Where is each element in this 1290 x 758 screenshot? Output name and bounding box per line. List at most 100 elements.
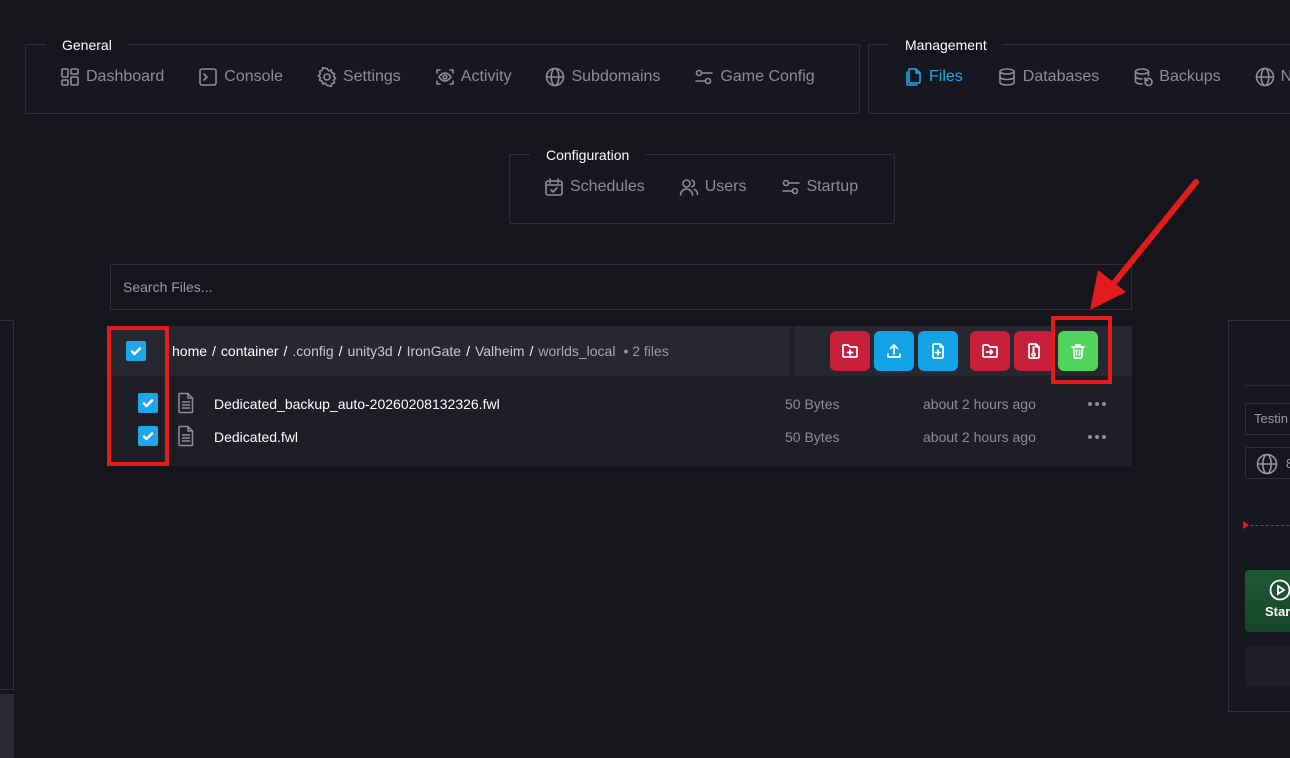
- breadcrumb-separator: /: [397, 343, 402, 359]
- nav-item-label: Dashboard: [86, 68, 165, 85]
- server-name-input[interactable]: Testin: [1245, 403, 1290, 435]
- annotation-checkbox-highlight: [107, 326, 169, 466]
- breadcrumb-separator: /: [338, 343, 343, 359]
- start-button-label: Star: [1265, 604, 1290, 619]
- dashboard-icon: [61, 68, 79, 86]
- file-size: 50 Bytes: [785, 395, 840, 412]
- nav-item-databases[interactable]: Databases: [997, 67, 1100, 87]
- new-folder-button[interactable]: [830, 331, 870, 371]
- folder-move-icon: [982, 344, 998, 358]
- search-files-box: [110, 264, 1132, 310]
- file-options-icon[interactable]: [1088, 401, 1106, 407]
- breadcrumb-home[interactable]: home: [172, 343, 207, 359]
- breadcrumb-irongate[interactable]: IronGate: [407, 343, 461, 359]
- nav-item-label: Activity: [460, 68, 512, 85]
- file-archive-icon: [1028, 343, 1040, 359]
- right-side-panel: Testin 8 Star: [1228, 320, 1290, 712]
- nav-item-settings[interactable]: Settings: [317, 67, 401, 87]
- file-modified: about 2 hours ago: [923, 395, 1036, 412]
- nav-item-label: Game Config: [720, 68, 815, 85]
- nav-group-title-management: Management: [889, 33, 1003, 57]
- users-icon: [679, 179, 699, 196]
- server-address-value: 8: [1286, 456, 1290, 471]
- backup-icon: [1134, 68, 1154, 87]
- database-icon: [998, 68, 1015, 86]
- archive-button[interactable]: [1014, 331, 1054, 371]
- file-row[interactable]: Dedicated.fwl 50 Bytes about 2 hours ago: [110, 420, 1132, 453]
- nav-item-label: Files: [929, 68, 963, 85]
- nav-item-label: Console: [224, 68, 283, 85]
- nav-item-files[interactable]: Files: [903, 67, 963, 87]
- nav-item-console[interactable]: Console: [198, 67, 283, 87]
- move-button[interactable]: [970, 331, 1010, 371]
- breadcrumb-separator: /: [283, 343, 288, 359]
- globe-icon: [1256, 453, 1278, 475]
- file-browser: home / container / .config / unity3d / I…: [110, 326, 1132, 466]
- play-icon: [1269, 579, 1290, 601]
- breadcrumb-container[interactable]: container: [221, 343, 279, 359]
- breadcrumb-separator: /: [212, 343, 216, 359]
- nav-item-label: Startup: [806, 178, 859, 195]
- nav-item-label: Users: [704, 178, 747, 195]
- sliders-icon: [781, 179, 800, 195]
- breadcrumb-valheim[interactable]: Valheim: [475, 343, 525, 359]
- nav-group-title-configuration: Configuration: [530, 143, 646, 167]
- left-side-panel-footer: [0, 694, 14, 758]
- right-panel-box: [1245, 647, 1290, 687]
- files-icon: [906, 68, 921, 86]
- nav-item-activity[interactable]: Activity: [435, 67, 512, 87]
- file-icon: [176, 392, 196, 414]
- file-browser-header: home / container / .config / unity3d / I…: [110, 326, 790, 376]
- file-modified: about 2 hours ago: [923, 428, 1036, 445]
- nav-item-dashboard[interactable]: Dashboard: [60, 67, 164, 87]
- file-name[interactable]: Dedicated_backup_auto-20260208132326.fwl: [214, 396, 500, 412]
- annotation-arrow-icon: [1090, 179, 1199, 310]
- file-count: • 2 files: [623, 343, 669, 359]
- globe-icon: [546, 67, 565, 87]
- server-address-field[interactable]: 8: [1245, 447, 1290, 479]
- breadcrumb-separator: /: [466, 343, 470, 359]
- breadcrumb-config[interactable]: .config: [292, 343, 333, 359]
- activity-icon: [435, 69, 454, 85]
- breadcrumb-unity3d[interactable]: unity3d: [348, 343, 393, 359]
- console-icon: [199, 68, 218, 86]
- nav-item-label: N: [1280, 68, 1290, 85]
- upload-button[interactable]: [874, 331, 914, 371]
- nav-item-users[interactable]: Users: [679, 177, 747, 197]
- nav-item-label: Schedules: [570, 178, 645, 195]
- sliders-icon: [695, 69, 714, 85]
- nav-group-management: Management Files Databases Backups N: [868, 33, 1290, 114]
- file-icon: [176, 425, 196, 447]
- left-side-panel: [0, 320, 14, 690]
- nav-item-label: Databases: [1022, 68, 1100, 85]
- nav-item-schedules[interactable]: Schedules: [544, 177, 645, 197]
- breadcrumb-separator: /: [529, 343, 534, 359]
- nav-item-game-config[interactable]: Game Config: [694, 67, 815, 87]
- calendar-icon: [545, 178, 563, 196]
- nav-item-label: Subdomains: [571, 68, 661, 85]
- file-size: 50 Bytes: [785, 428, 840, 445]
- globe-icon: [1255, 67, 1274, 87]
- nav-group-title-general: General: [46, 33, 128, 57]
- annotation-dashed-line: [1245, 525, 1290, 526]
- upload-icon: [887, 344, 901, 358]
- file-row[interactable]: Dedicated_backup_auto-20260208132326.fwl…: [110, 387, 1132, 420]
- nav-group-general: General Dashboard Console Settings Activ…: [25, 33, 860, 114]
- nav-item-label: Settings: [342, 68, 401, 85]
- nav-item-startup[interactable]: Startup: [781, 177, 859, 197]
- right-panel-divider: [1245, 385, 1290, 386]
- file-plus-icon: [932, 343, 944, 359]
- file-name[interactable]: Dedicated.fwl: [214, 429, 298, 445]
- nav-group-configuration: Configuration Schedules Users Startup: [509, 143, 895, 224]
- search-files-input[interactable]: [111, 265, 1131, 309]
- nav-item-network[interactable]: N: [1255, 67, 1290, 87]
- settings-icon: [317, 67, 337, 87]
- start-button[interactable]: Star: [1245, 570, 1290, 632]
- nav-item-subdomains[interactable]: Subdomains: [545, 67, 660, 87]
- breadcrumb-worlds-local: worlds_local: [538, 343, 616, 359]
- nav-item-backups[interactable]: Backups: [1133, 67, 1221, 87]
- file-options-icon[interactable]: [1088, 434, 1106, 440]
- new-file-button[interactable]: [918, 331, 958, 371]
- breadcrumb: home / container / .config / unity3d / I…: [172, 326, 669, 376]
- annotation-delete-highlight: [1051, 316, 1112, 384]
